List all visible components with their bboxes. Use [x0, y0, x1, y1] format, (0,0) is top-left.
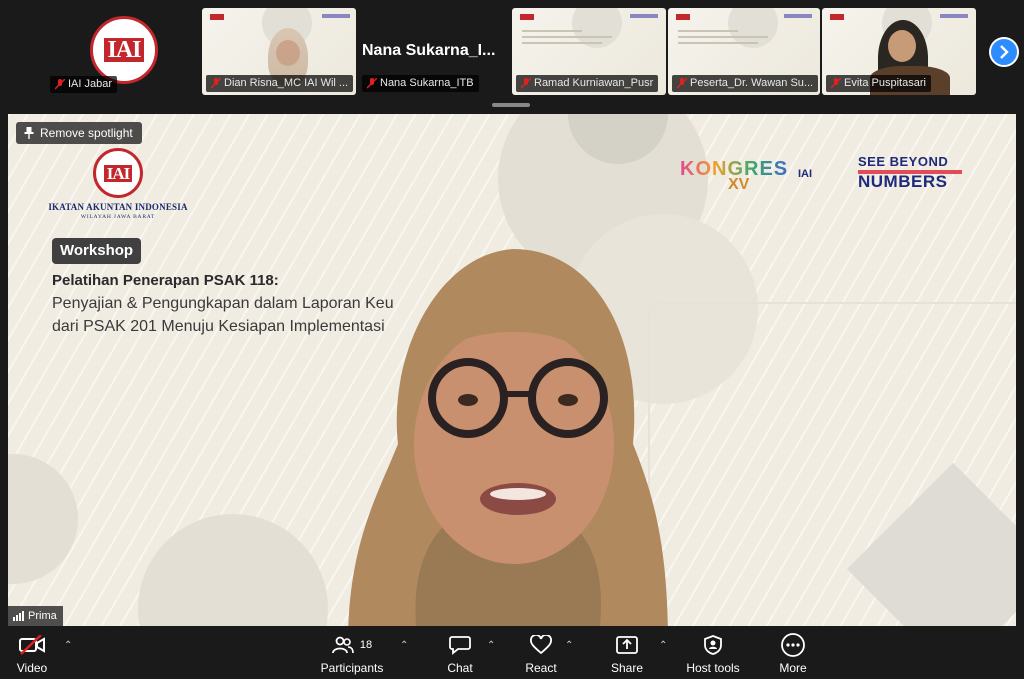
video-off-icon	[19, 635, 45, 655]
video-button[interactable]: Video	[10, 632, 54, 676]
participant-tile-wawan[interactable]: Peserta_Dr. Wawan Su...	[668, 8, 820, 95]
signal-icon	[13, 611, 24, 621]
slide-title: Pelatihan Penerapan PSAK 118:	[52, 272, 279, 289]
more-button[interactable]: More	[772, 632, 814, 676]
video-options-caret[interactable]: ⌃	[64, 640, 72, 651]
chevron-right-icon	[1000, 45, 1009, 59]
participant-tile-dian-risna[interactable]: Dian Risna_MC IAI Wil ...	[202, 8, 356, 95]
spotlight-video: Remove spotlight IAI IKATAN AKUNTAN INDO…	[8, 114, 1016, 626]
next-page-button[interactable]	[989, 37, 1019, 67]
org-region: WILAYAH JAWA BARAT	[80, 214, 156, 220]
participant-tile-nana-sukarna[interactable]: Nana Sukarna_I... Nana Sukarna_ITB	[358, 8, 510, 95]
participant-name: Ramad Kurniawan_Pusr	[516, 75, 659, 92]
iai-logo: IAI	[93, 148, 143, 198]
iai-logo-text: IAI	[104, 38, 144, 62]
participants-count: 18	[359, 639, 373, 651]
speaker-video	[348, 249, 668, 626]
org-logo: IAI IKATAN AKUNTAN INDONESIA WILAYAH JAW…	[48, 148, 188, 220]
kongres-logo: KONGRES XV	[680, 158, 789, 193]
participants-button[interactable]: 18 Participants	[318, 632, 386, 676]
host-tools-button[interactable]: Host tools	[682, 632, 744, 676]
chat-icon	[449, 636, 471, 655]
muted-mic-icon	[831, 78, 841, 89]
speaker-name-tag: Prima	[8, 606, 63, 626]
participant-tile-iai-jabar[interactable]: IAI IAI Jabar	[48, 8, 158, 95]
meeting-toolbar: Video ⌃ 18 Participants ⌃ Chat ⌃ React ⌃…	[0, 626, 1024, 679]
muted-mic-icon	[55, 79, 65, 90]
participant-name: IAI Jabar	[50, 76, 118, 93]
share-options-caret[interactable]: ⌃	[659, 640, 667, 651]
muted-mic-icon	[367, 78, 377, 89]
react-options-caret[interactable]: ⌃	[565, 640, 573, 651]
participant-display-name: Nana Sukarna_I...	[362, 42, 496, 59]
share-button[interactable]: Share	[606, 632, 648, 676]
workshop-badge: Workshop	[52, 238, 142, 264]
participant-tile-evita[interactable]: Evita Puspitasari	[822, 8, 976, 95]
iai-anniversary-logo: IAI	[798, 168, 813, 180]
participant-name: Dian Risna_MC IAI Wil ...	[206, 75, 354, 92]
muted-mic-icon	[677, 78, 687, 89]
chat-button[interactable]: Chat	[440, 632, 480, 676]
more-icon	[781, 633, 805, 657]
see-beyond-numbers-logo: SEE BEYOND NUMBERS	[858, 154, 970, 192]
remove-spotlight-button[interactable]: Remove spotlight	[16, 122, 142, 144]
participant-name: Nana Sukarna_ITB	[362, 75, 479, 92]
participant-strip: IAI IAI Jabar Dian Risna_MC IAI Wil ... …	[0, 0, 1024, 104]
shield-icon	[704, 635, 722, 655]
chat-options-caret[interactable]: ⌃	[487, 640, 495, 651]
participant-tile-ramad-kurniawan[interactable]: Ramad Kurniawan_Pusr	[512, 8, 666, 95]
org-name: IKATAN AKUNTAN INDONESIA	[48, 202, 188, 212]
muted-mic-icon	[521, 78, 531, 89]
heart-icon	[530, 635, 552, 655]
strip-resize-handle[interactable]	[492, 103, 530, 107]
react-button[interactable]: React	[520, 632, 562, 676]
muted-mic-icon	[211, 78, 221, 89]
participants-icon	[331, 636, 354, 654]
participant-name: Evita Puspitasari	[826, 75, 931, 92]
participants-options-caret[interactable]: ⌃	[400, 640, 408, 651]
share-screen-icon	[616, 636, 638, 654]
participant-name: Peserta_Dr. Wawan Su...	[672, 75, 819, 92]
pin-icon	[24, 127, 34, 139]
iai-logo: IAI	[90, 16, 158, 84]
